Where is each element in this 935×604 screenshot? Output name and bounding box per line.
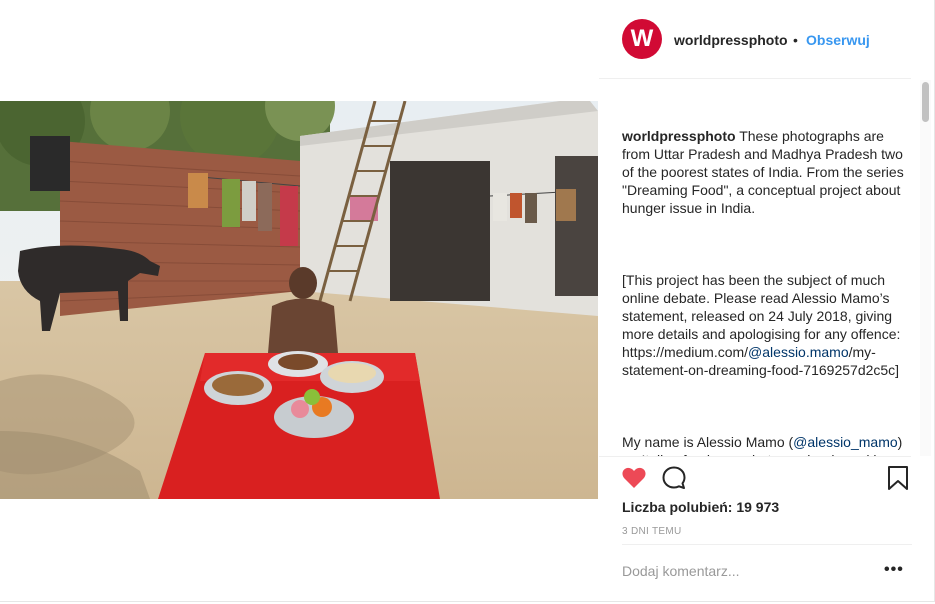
comment-input[interactable] [622,561,862,581]
header-username-link[interactable]: worldpressphoto [674,32,788,48]
post-photo-image [0,101,598,499]
post-timestamp[interactable]: 3 DNI TEMU [622,526,682,537]
save-button[interactable] [887,465,909,491]
caption-text-3a: My name is Alessio Mamo ( [622,434,794,450]
like-button[interactable] [621,465,647,491]
more-options-button[interactable]: ••• [884,561,904,579]
comment-button[interactable] [661,465,687,491]
avatar-letter: W [630,25,654,52]
caption-paragraph-2: [This project has been the subject of mu… [622,271,904,379]
heart-icon [622,467,646,488]
comment-icon [662,466,686,489]
likes-count[interactable]: Liczba polubień: 19 973 [622,499,779,515]
bookmark-icon [888,466,908,490]
post-header: W worldpressphoto • Obserwuj [599,0,911,79]
caption: worldpressphoto These photographs are fr… [622,91,904,456]
scrollbar-thumb[interactable] [922,82,929,122]
header-separator: • [793,32,798,48]
mention-link-alessio-mamo-dot[interactable]: @alessio.mamo [748,344,849,360]
caption-paragraph-3: My name is Alessio Mamo (@alessio_mamo) … [622,433,904,456]
caption-paragraph-1: worldpressphoto These photographs are fr… [622,127,904,217]
post-photo[interactable] [0,101,598,499]
caption-username-link[interactable]: worldpressphoto [622,128,736,144]
avatar[interactable]: W [622,19,662,59]
instagram-post: W worldpressphoto • Obserwuj worldpressp… [0,0,935,602]
post-actions: Liczba polubień: 19 973 3 DNI TEMU ••• [599,456,912,596]
add-comment-section: ••• [622,544,912,594]
caption-scroll-area[interactable]: worldpressphoto These photographs are fr… [599,80,921,456]
caption-scrollbar[interactable] [920,80,931,456]
post-sidebar: W worldpressphoto • Obserwuj worldpressp… [599,0,935,602]
mention-link-alessio-mamo[interactable]: @alessio_mamo [793,434,897,450]
follow-button[interactable]: Obserwuj [806,32,870,48]
